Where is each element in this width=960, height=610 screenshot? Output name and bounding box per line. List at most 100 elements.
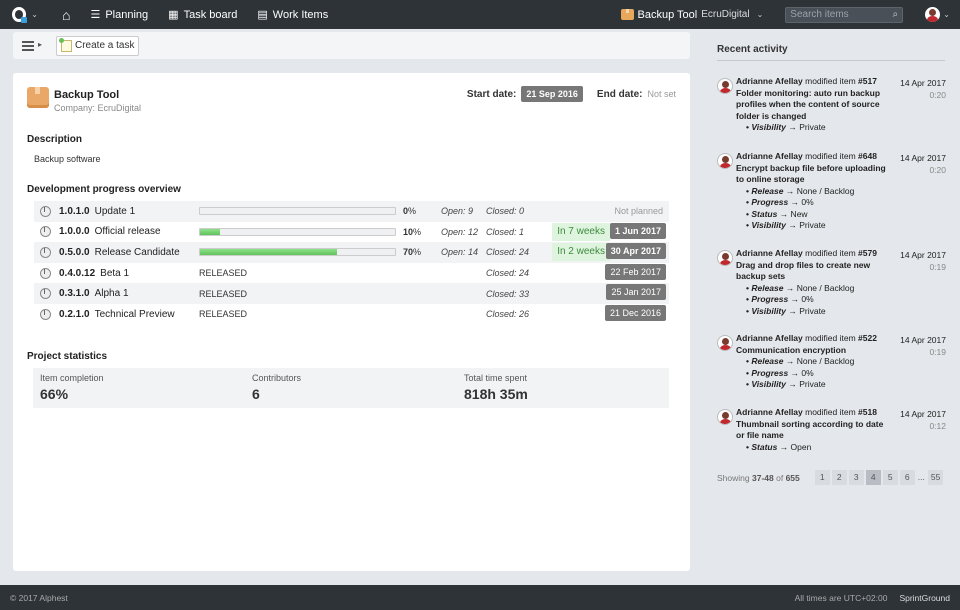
app-logo-menu[interactable]: ⌄ <box>12 0 38 29</box>
activity-item-link[interactable]: #579 <box>858 248 877 258</box>
footer-brand-link[interactable]: SprintGround <box>899 593 950 603</box>
release-row[interactable]: 0.5.0.0 Release Candidate 70% Open: 14 Close… <box>34 242 669 263</box>
release-name: Release Candidate <box>94 246 180 258</box>
activity-user[interactable]: Adrianne Afellay <box>736 407 803 417</box>
project-switcher[interactable]: Backup Tool EcruDigital ⌄ <box>611 0 774 29</box>
new-task-icon <box>59 37 72 52</box>
activity-change: Release → None / Backlog <box>746 283 886 295</box>
logo-icon <box>12 7 28 23</box>
activity-item-link[interactable]: #522 <box>858 333 877 343</box>
release-progress-fill <box>200 249 337 256</box>
activity-user[interactable]: Adrianne Afellay <box>736 151 803 161</box>
activity-item-title[interactable]: Thumbnail sorting according to date or f… <box>736 419 886 442</box>
activity-entry[interactable]: Adrianne Afellay modified item #518 Thumb… <box>717 407 947 453</box>
release-row[interactable]: 1.0.0.0 Official release 10% Open: 12 Closed… <box>34 222 669 243</box>
avatar <box>925 7 941 22</box>
activity-entry[interactable]: Adrianne Afellay modified item #522 Commu… <box>717 333 947 391</box>
activity-change: Progress → 0% <box>746 294 886 306</box>
release-date-badge: 30 Apr 2017 <box>605 243 666 260</box>
release-closed-count: Closed: 26 <box>486 309 530 320</box>
activity-pager: Showing 37-48 of 655 1 2 3 4 5 6... 55 <box>717 470 944 485</box>
release-row[interactable]: 1.0.1.0 Update 1 0% Open: 9 Closed: 0 Not pla… <box>34 201 669 222</box>
pager-page[interactable]: 4 <box>865 470 881 485</box>
release-progress-bar <box>199 227 396 236</box>
activity-item-link[interactable]: #518 <box>858 407 877 417</box>
release-percent: 0% <box>403 206 417 217</box>
recent-activity-heading: Recent activity <box>717 44 788 55</box>
project-dates: Start date: 21 Sep 2016 End date: Not se… <box>467 86 676 102</box>
activity-change: Release → None / Backlog <box>746 356 886 368</box>
release-progress-fill <box>200 228 220 235</box>
nav-planning[interactable]: ☰ Planning <box>80 0 158 29</box>
pager-page[interactable]: 55 <box>927 470 944 485</box>
release-icon <box>40 226 51 238</box>
release-name: Official release <box>94 226 161 238</box>
avatar <box>717 78 733 94</box>
release-version: 0.4.0.12 <box>59 267 96 279</box>
release-version: 1.0.1.0 <box>59 205 90 217</box>
activity-time: 0:19 <box>929 346 946 357</box>
activity-item-title[interactable]: Drag and drop files to create new backup… <box>736 260 886 283</box>
project-switcher-name: Backup Tool <box>637 8 698 21</box>
start-date-label: Start date: <box>466 88 517 100</box>
activity-item-link[interactable]: #517 <box>858 76 877 86</box>
pager-page[interactable]: 5 <box>882 470 898 485</box>
activity-entry[interactable]: Adrianne Afellay modified item #517 Folde… <box>717 76 947 134</box>
activity-change: Release → None / Backlog <box>746 186 886 198</box>
create-task-label: Create a task <box>75 40 135 51</box>
change-field: Release <box>751 282 784 293</box>
user-menu[interactable]: ⌄ <box>925 7 950 22</box>
change-field: Progress <box>751 197 789 207</box>
activity-item-link[interactable]: #648 <box>858 151 877 161</box>
release-version: 0.3.1.0 <box>59 288 90 300</box>
project-statistics: Item completion 66% Contributors 6 Total… <box>33 368 669 408</box>
activity-change: Visibility → Private <box>746 379 886 391</box>
nav-task-board[interactable]: ▦ Task board <box>158 0 247 29</box>
create-task-button[interactable]: Create a task <box>56 35 140 56</box>
change-field: Progress <box>751 294 789 304</box>
release-row[interactable]: 0.3.1.0 Alpha 1 RELEASED Closed: 33 25 Jan 2… <box>34 283 669 304</box>
activity-summary: Adrianne Afellay modified item #579 <box>736 248 877 258</box>
activity-timestamp: 14 Apr 2017 0:19 <box>900 335 946 358</box>
activity-time: 0:12 <box>929 420 946 431</box>
activity-time: 0:20 <box>929 164 946 175</box>
activity-item-title[interactable]: Folder monitoring: auto run backup profi… <box>736 88 886 123</box>
workitems-icon: ▤ <box>257 9 268 21</box>
activity-user[interactable]: Adrianne Afellay <box>736 333 803 343</box>
release-open-count: Open: 14 <box>441 247 479 258</box>
sidebar-toggle-icon[interactable] <box>22 37 42 55</box>
release-closed-count: Closed: 0 <box>486 206 525 217</box>
nav-work-items[interactable]: ▤ Work Items <box>247 0 338 29</box>
search-icon[interactable]: ⌕ <box>888 8 902 22</box>
release-row[interactable]: 0.2.1.0 Technical Preview RELEASED Closed: … <box>34 304 669 325</box>
pager-page[interactable]: 6 <box>899 470 915 485</box>
activity-summary: Adrianne Afellay modified item #648 <box>736 151 877 161</box>
stat-time-spent: Total time spent 818h 35m <box>464 373 528 402</box>
activity-user[interactable]: Adrianne Afellay <box>736 248 803 258</box>
change-field: Visibility <box>751 122 786 132</box>
activity-date: 14 Apr 2017 <box>900 78 946 88</box>
activity-change: Status → New <box>746 209 886 221</box>
activity-entry[interactable]: Adrianne Afellay modified item #579 Drag … <box>717 248 947 317</box>
activity-entry[interactable]: Adrianne Afellay modified item #648 Encry… <box>717 151 947 232</box>
release-icon <box>40 308 51 320</box>
top-navbar: ⌄ ⌂ ☰ Planning ▦ Task board ▤ Work Items… <box>0 0 960 29</box>
search-box: ⌕ <box>785 6 904 23</box>
change-field: Visibility <box>751 379 786 389</box>
release-row[interactable]: 0.4.0.12 Beta 1 RELEASED Closed: 24 22 Feb 2… <box>34 263 669 284</box>
change-field: Visibility <box>751 220 786 230</box>
pager-ellipsis: ... <box>917 472 925 482</box>
pager-page[interactable]: 2 <box>831 470 847 485</box>
activity-user[interactable]: Adrianne Afellay <box>736 76 803 86</box>
toolbar: Create a task <box>13 32 690 59</box>
pager-page[interactable]: 3 <box>848 470 864 485</box>
activity-body: Adrianne Afellay modified item #517 Folde… <box>736 76 886 134</box>
project-title: Backup Tool <box>54 89 120 101</box>
activity-item-title[interactable]: Communication encryption <box>736 345 886 357</box>
footer-copyright: © 2017 Alphest <box>10 592 68 603</box>
search-input[interactable] <box>786 7 889 22</box>
release-percent: 70% <box>403 247 422 258</box>
activity-item-title[interactable]: Encrypt backup file before uploading to … <box>736 163 886 186</box>
pager-page[interactable]: 1 <box>814 470 830 485</box>
home-button[interactable]: ⌂ <box>52 0 80 29</box>
